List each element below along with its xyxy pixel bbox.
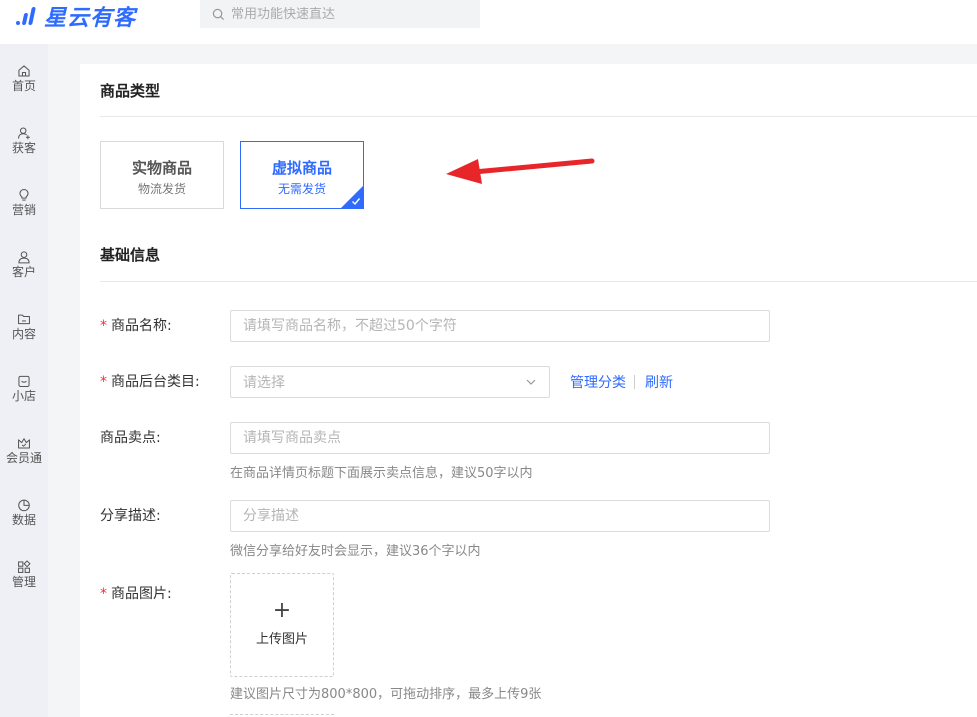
logo-text: 星云有客	[44, 6, 137, 31]
section-title-basic-info: 基础信息	[100, 246, 161, 264]
folder-icon	[18, 314, 30, 325]
sidebar-item-label: 管理	[11, 575, 36, 589]
red-arrow-annotation	[446, 158, 595, 184]
sidebar-item-label: 客户	[11, 265, 36, 279]
logo-mark-icon	[16, 5, 38, 27]
sidebar-item-label: 首页	[11, 79, 36, 93]
sidebar-item-label: 营销	[11, 203, 36, 217]
app-logo[interactable]: 星云有客	[16, 3, 137, 31]
required-mark: *	[100, 374, 107, 390]
sidebar-item-label: 小店	[11, 389, 36, 403]
search-input[interactable]	[231, 6, 471, 22]
sidebar-item-manage[interactable]: 管理	[0, 540, 48, 590]
category-select[interactable]: 请选择	[230, 366, 550, 398]
product-type-virtual[interactable]: 虚拟商品 无需发货	[240, 141, 364, 209]
product-type-name: 实物商品	[131, 159, 192, 177]
divider	[100, 281, 977, 282]
crown-icon	[18, 438, 30, 449]
required-mark: *	[100, 586, 107, 602]
product-name-label: * 商品名称:	[100, 318, 172, 334]
plus-icon: +	[272, 598, 292, 623]
product-type-name: 虚拟商品	[271, 159, 332, 177]
sidebar-item-membership[interactable]: 会员通	[0, 416, 48, 466]
sidebar-item-label: 获客	[11, 141, 36, 155]
pie-chart-icon	[18, 499, 30, 512]
share-desc-input[interactable]	[243, 508, 769, 524]
selling-point-field[interactable]	[230, 422, 770, 454]
shop-icon	[18, 375, 30, 387]
product-type-physical[interactable]: 实物商品 物流发货	[100, 141, 224, 209]
share-desc-label: 分享描述:	[100, 508, 161, 524]
user-add-icon	[18, 127, 30, 140]
sidebar-item-customers[interactable]: 客户	[0, 230, 48, 280]
upload-image-button[interactable]: + 上传图片	[230, 573, 334, 677]
refresh-link[interactable]: 刷新	[645, 372, 673, 392]
user-icon	[18, 251, 30, 264]
sidebar-item-acquire[interactable]: 获客	[0, 106, 48, 156]
product-images-label: * 商品图片:	[100, 586, 172, 602]
product-name-input[interactable]	[243, 318, 769, 334]
global-search[interactable]	[200, 0, 480, 28]
sidebar-item-label: 数据	[11, 513, 36, 527]
product-name-field[interactable]	[230, 310, 770, 342]
sidebar: 首页 获客 营销 客户 内容 小店 会员通 数据 管理	[0, 44, 48, 717]
link-separator	[634, 375, 635, 389]
divider	[100, 116, 977, 117]
sidebar-item-data[interactable]: 数据	[0, 478, 48, 528]
category-label: * 商品后台类目:	[100, 374, 200, 390]
share-desc-field[interactable]	[230, 500, 770, 532]
sidebar-item-content[interactable]: 内容	[0, 292, 48, 342]
selling-point-label: 商品卖点:	[100, 430, 161, 446]
home-icon	[18, 65, 30, 77]
upload-image-label: 上传图片	[255, 632, 308, 647]
sidebar-item-home[interactable]: 首页	[0, 44, 48, 94]
sidebar-item-marketing[interactable]: 营销	[0, 168, 48, 218]
product-type-desc: 物流发货	[137, 182, 186, 196]
sidebar-item-shop[interactable]: 小店	[0, 354, 48, 404]
product-form-panel: 商品类型 实物商品 物流发货 虚拟商品 无需发货 基础信息 *商品名称: *商品…	[80, 64, 977, 717]
top-bar: 星云有客	[0, 0, 977, 44]
chevron-down-icon	[526, 379, 536, 385]
lightbulb-icon	[19, 189, 29, 201]
selling-point-input[interactable]	[243, 430, 769, 446]
share-desc-hint: 微信分享给好友时会显示，建议36个字以内	[230, 544, 481, 559]
product-images-hint: 建议图片尺寸为800*800，可拖动排序，最多上传9张	[230, 687, 542, 702]
selling-point-hint: 在商品详情页标题下面展示卖点信息，建议50字以内	[230, 466, 533, 481]
check-icon	[352, 198, 361, 206]
search-icon	[212, 8, 225, 20]
sidebar-item-label: 会员通	[5, 451, 42, 465]
required-mark: *	[100, 318, 107, 334]
category-select-placeholder: 请选择	[243, 375, 285, 391]
manage-category-link[interactable]: 管理分类	[570, 372, 626, 392]
apps-icon	[18, 560, 31, 573]
sidebar-item-label: 内容	[11, 327, 36, 341]
section-title-product-type: 商品类型	[100, 82, 161, 100]
